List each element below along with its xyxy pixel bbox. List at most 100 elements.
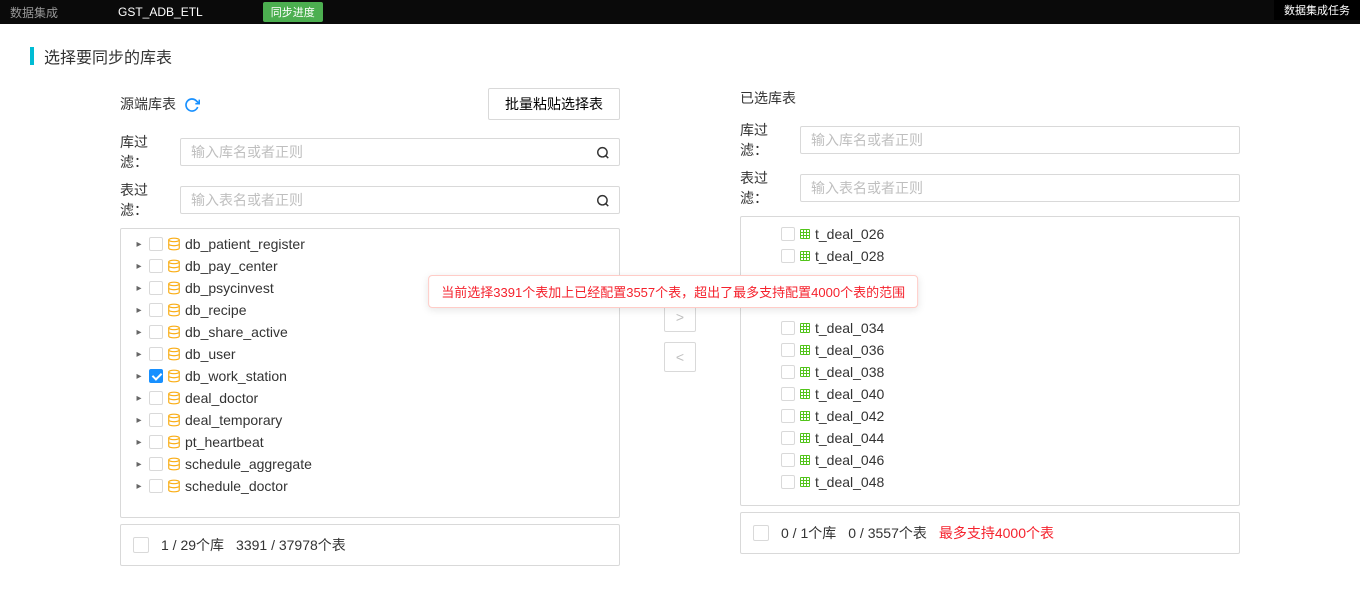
tree-item[interactable]: t_deal_046: [741, 449, 1239, 471]
tree-label: t_deal_042: [815, 408, 884, 424]
tree-label: t_deal_038: [815, 364, 884, 380]
tree-item[interactable]: ▸ schedule_doctor: [121, 475, 619, 497]
source-summary-checkbox[interactable]: [133, 537, 149, 553]
tree-label: db_pay_center: [185, 258, 278, 274]
tree-checkbox[interactable]: [149, 259, 163, 273]
table-icon: [799, 344, 811, 356]
section-title: 选择要同步的库表: [44, 44, 172, 68]
source-db-filter-input[interactable]: [180, 138, 620, 166]
table-icon: [799, 432, 811, 444]
tree-label: t_deal_048: [815, 474, 884, 490]
source-summary-table: 3391 / 37978个表: [236, 535, 346, 555]
tree-item[interactable]: t_deal_034: [741, 317, 1239, 339]
dest-tree[interactable]: t_deal_026t_deal_028 t_deal_034 t_deal_036…: [740, 216, 1240, 506]
tree-item[interactable]: ▸ deal_doctor: [121, 387, 619, 409]
database-icon: [167, 237, 181, 251]
tree-checkbox[interactable]: [149, 413, 163, 427]
tree-checkbox[interactable]: [781, 387, 795, 401]
tree-checkbox[interactable]: [149, 391, 163, 405]
tree-item[interactable]: t_deal_038: [741, 361, 1239, 383]
transfer-controls: > <: [664, 302, 696, 372]
dest-db-filter-input[interactable]: [800, 126, 1240, 154]
top-bar-tab[interactable]: GST_ADB_ETL: [118, 5, 203, 19]
tree-checkbox[interactable]: [149, 325, 163, 339]
table-icon: [799, 322, 811, 334]
tree-item[interactable]: t_deal_044: [741, 427, 1239, 449]
tree-checkbox[interactable]: [149, 479, 163, 493]
database-icon: [167, 259, 181, 273]
chevron-right-icon[interactable]: ▸: [133, 261, 145, 272]
tree-item[interactable]: ▸db_user: [121, 343, 619, 365]
chevron-right-icon[interactable]: ▸: [133, 481, 145, 492]
chevron-right-icon[interactable]: ▸: [133, 393, 145, 404]
tree-checkbox[interactable]: [781, 365, 795, 379]
tree-item[interactable]: t_deal_048: [741, 471, 1239, 493]
tree-checkbox[interactable]: [781, 343, 795, 357]
source-table-filter-label: 表过滤：: [120, 180, 170, 220]
tree-label: db_recipe: [185, 302, 247, 318]
tree-item[interactable]: ▸ db_patient_register: [121, 233, 619, 255]
search-icon[interactable]: [596, 192, 610, 208]
tree-checkbox[interactable]: [781, 227, 795, 241]
tree-checkbox[interactable]: [149, 435, 163, 449]
chevron-right-icon[interactable]: ▸: [133, 283, 145, 294]
table-icon: [799, 388, 811, 400]
tree-item[interactable]: t_deal_042: [741, 405, 1239, 427]
chevron-right-icon[interactable]: ▸: [133, 371, 145, 382]
tree-label: db_work_station: [185, 368, 287, 384]
source-table-filter-input[interactable]: [180, 186, 620, 214]
tree-item[interactable]: t_deal_028: [741, 245, 1239, 267]
chevron-right-icon[interactable]: ▸: [133, 349, 145, 360]
source-tree[interactable]: ▸ db_patient_register ▸ db_pay_center ▸ db_ps…: [120, 228, 620, 518]
tree-checkbox[interactable]: [781, 431, 795, 445]
source-db-filter-label: 库过滤：: [120, 132, 170, 172]
tree-checkbox[interactable]: [149, 369, 163, 383]
section-marker: [30, 47, 34, 65]
top-bar-title: 数据集成: [10, 4, 58, 21]
tree-label: t_deal_046: [815, 452, 884, 468]
tree-label: schedule_doctor: [185, 478, 288, 494]
tree-item[interactable]: ▸ db_work_station: [121, 365, 619, 387]
tree-item[interactable]: t_deal_036: [741, 339, 1239, 361]
tree-checkbox[interactable]: [781, 453, 795, 467]
tree-item[interactable]: ▸ db_pay_center: [121, 255, 619, 277]
tree-item[interactable]: t_deal_026: [741, 223, 1239, 245]
tree-checkbox[interactable]: [149, 281, 163, 295]
transfer-left-button[interactable]: <: [664, 342, 696, 372]
tree-checkbox[interactable]: [781, 475, 795, 489]
tree-checkbox[interactable]: [149, 457, 163, 471]
batch-paste-button[interactable]: 批量粘贴选择表: [488, 88, 620, 120]
tree-label: db_patient_register: [185, 236, 305, 252]
tree-item[interactable]: t_deal_040: [741, 383, 1239, 405]
chevron-right-icon[interactable]: ▸: [133, 239, 145, 250]
source-title-text: 源端库表: [120, 94, 176, 114]
refresh-icon[interactable]: [184, 95, 200, 112]
tree-checkbox[interactable]: [149, 303, 163, 317]
tree-checkbox[interactable]: [149, 347, 163, 361]
tree-label: db_share_active: [185, 324, 288, 340]
tree-label: db_psycinvest: [185, 280, 274, 296]
tree-checkbox[interactable]: [781, 321, 795, 335]
dest-summary-db: 0 / 1个库: [781, 523, 836, 543]
tree-item[interactable]: ▸schedule_aggregate: [121, 453, 619, 475]
tree-item[interactable]: ▸deal_temporary: [121, 409, 619, 431]
tree-label: t_deal_034: [815, 320, 884, 336]
tree-item[interactable]: ▸ pt_heartbeat: [121, 431, 619, 453]
tree-checkbox[interactable]: [149, 237, 163, 251]
dest-table-filter-input[interactable]: [800, 174, 1240, 202]
tree-checkbox[interactable]: [781, 409, 795, 423]
tree-label: pt_heartbeat: [185, 434, 264, 450]
tree-item[interactable]: ▸ db_share_active: [121, 321, 619, 343]
chevron-right-icon[interactable]: ▸: [133, 459, 145, 470]
tree-label: t_deal_040: [815, 386, 884, 402]
tree-label: t_deal_036: [815, 342, 884, 358]
chevron-right-icon[interactable]: ▸: [133, 437, 145, 448]
chevron-right-icon[interactable]: ▸: [133, 305, 145, 316]
search-icon[interactable]: [596, 144, 610, 160]
dest-summary-checkbox[interactable]: [753, 525, 769, 541]
chevron-right-icon[interactable]: ▸: [133, 327, 145, 338]
tree-checkbox[interactable]: [781, 249, 795, 263]
chevron-right-icon[interactable]: ▸: [133, 415, 145, 426]
top-bar-right: 数据集成任务: [1274, 0, 1360, 20]
tree-label: deal_doctor: [185, 390, 258, 406]
